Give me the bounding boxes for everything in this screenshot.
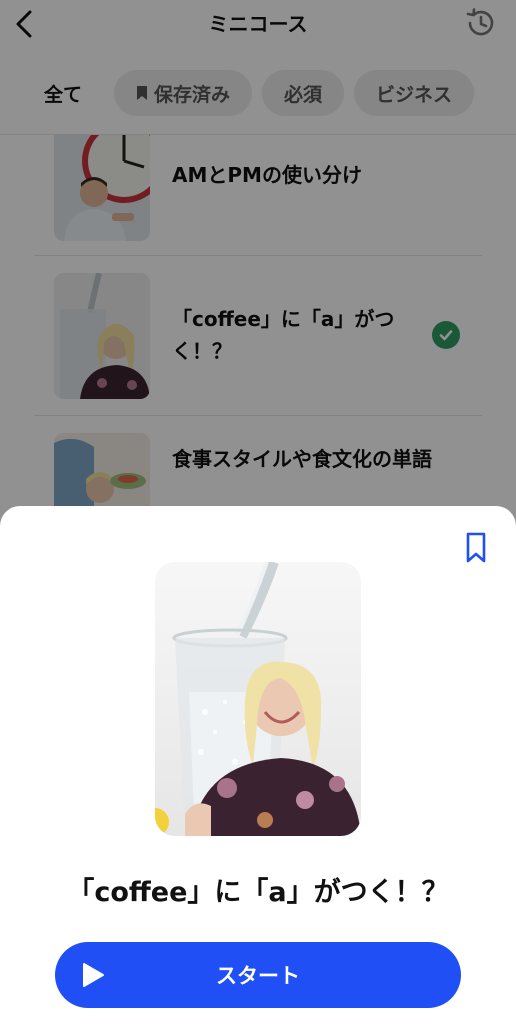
bookmark-icon — [466, 532, 486, 563]
play-icon — [83, 963, 104, 987]
bookmark-button[interactable] — [462, 530, 490, 566]
start-button[interactable]: スタート — [55, 942, 461, 1008]
course-hero-image — [155, 562, 361, 836]
mini-course-screen: ミニコース 全て 保存済み 必須 ビジネス AMとPMの使い分け 「coffee… — [0, 0, 516, 1024]
sheet-course-title: 「coffee」に「a」がつく！？ — [67, 877, 449, 908]
start-button-label: スタート — [216, 964, 300, 988]
course-detail-sheet: 「coffee」に「a」がつく！？ スタート — [0, 506, 516, 1024]
